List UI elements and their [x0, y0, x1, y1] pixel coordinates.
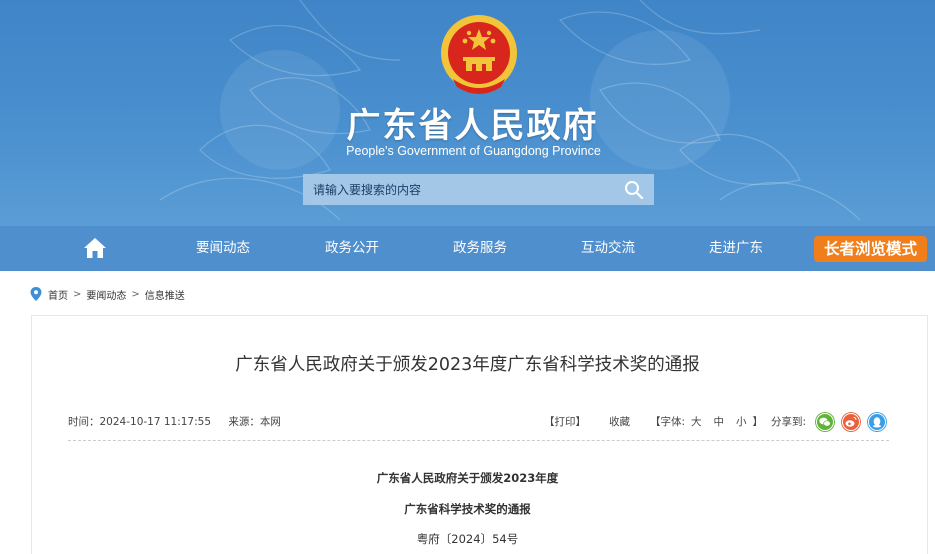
breadcrumb: 首页 > 要闻动态 > 信息推送 [30, 285, 185, 303]
publish-time: 时间：2024-10-17 11:17:55 [68, 416, 212, 428]
wechat-icon[interactable] [815, 412, 835, 432]
favorite-button[interactable]: 收藏 [609, 414, 630, 429]
font-size-suffix: 】 [752, 416, 764, 428]
print-button[interactable]: 【打印】 [544, 414, 586, 429]
site-subtitle: People's Government of Guangdong Provinc… [346, 144, 601, 158]
font-size-control: 【字体: 大中小】 [650, 414, 763, 429]
search-input[interactable] [303, 174, 613, 205]
breadcrumb-news[interactable]: 要闻动态 [86, 287, 126, 302]
search-box [303, 174, 654, 205]
breadcrumb-current[interactable]: 信息推送 [145, 287, 185, 302]
main-nav: 要闻动态 政务公开 政务服务 互动交流 走进广东 [0, 226, 935, 271]
nav-item-gov-affairs[interactable]: 政务公开 [325, 226, 379, 271]
article-meta: 时间：2024-10-17 11:17:55 来源：本网 [68, 414, 295, 429]
home-icon[interactable] [83, 237, 107, 259]
national-emblem-icon [441, 15, 517, 94]
nav-item-about-guangdong[interactable]: 走进广东 [709, 226, 763, 271]
location-pin-icon [30, 287, 42, 301]
document-number: 粤府〔2024〕54号 [416, 532, 519, 546]
document-heading-line2: 广东省科学技术奖的通报 [404, 502, 531, 516]
nav-item-news[interactable]: 要闻动态 [196, 226, 250, 271]
font-medium-option[interactable]: 中 [714, 416, 725, 428]
meta-divider [68, 440, 889, 441]
weibo-icon[interactable] [841, 412, 861, 432]
font-size-label: 【字体: [650, 416, 686, 428]
site-title: 广东省人民政府 [346, 106, 599, 146]
share-label: 分享到: [771, 416, 807, 428]
header-banner: 广东省人民政府 People's Government of Guangdong… [0, 0, 935, 226]
breadcrumb-separator: > [73, 288, 82, 300]
font-large-option[interactable]: 大 [691, 416, 702, 428]
breadcrumb-home[interactable]: 首页 [48, 287, 68, 302]
nav-item-services[interactable]: 政务服务 [453, 226, 507, 271]
article-title: 广东省人民政府关于颁发2023年度广东省科学技术奖的通报 [235, 355, 700, 375]
qq-icon[interactable] [867, 412, 887, 432]
breadcrumb-separator: > [131, 288, 140, 300]
nav-item-interaction[interactable]: 互动交流 [581, 226, 635, 271]
document-heading-line1: 广东省人民政府关于颁发2023年度 [376, 471, 559, 485]
search-icon[interactable] [624, 180, 644, 200]
article-source: 来源：本网 [228, 416, 281, 428]
font-small-option[interactable]: 小 [736, 416, 747, 428]
elder-mode-button[interactable]: 长者浏览模式 [814, 236, 927, 262]
